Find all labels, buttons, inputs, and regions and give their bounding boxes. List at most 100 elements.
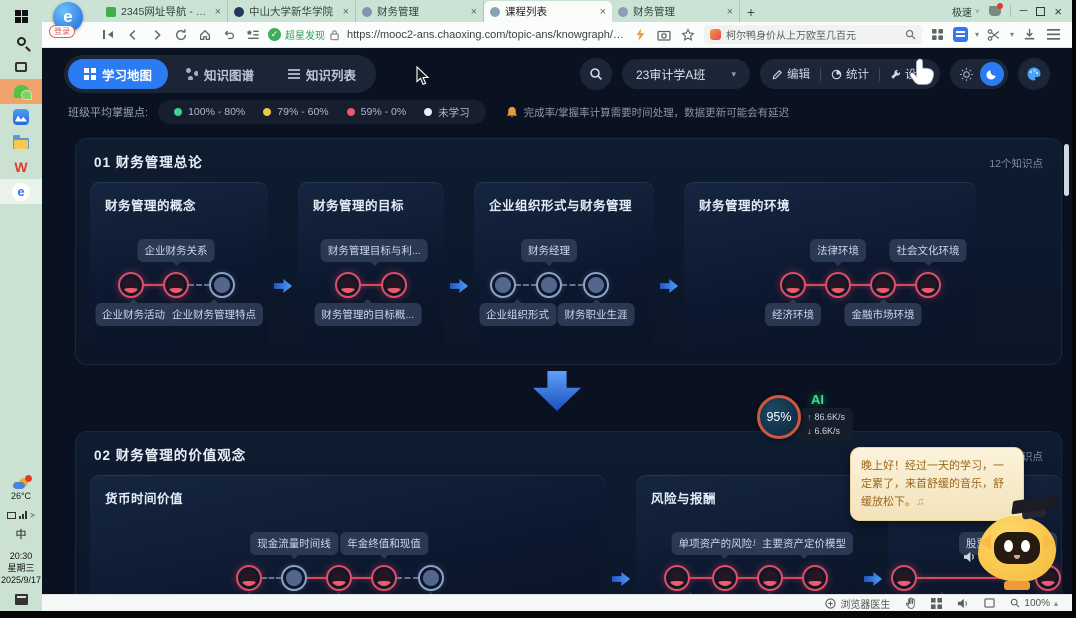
knowledge-node[interactable] [490, 272, 516, 298]
task-view-button[interactable] [0, 54, 42, 79]
dark-mode-button[interactable] [980, 62, 1004, 86]
taskbar-clock[interactable]: 20:30 星期三 2025/9/17 [1, 550, 41, 586]
browser-doctor-button[interactable]: 浏览器医生 [825, 596, 890, 611]
node-label[interactable]: 财务经理 [521, 239, 577, 262]
chevron-down-icon[interactable]: ▾ [975, 30, 979, 39]
knowledge-card[interactable]: 财务管理的概念企业财务活动企业财务关系企业财务管理特点 [90, 182, 268, 350]
weather-widget[interactable]: 26°C [11, 478, 31, 501]
windows-start-button[interactable] [0, 4, 42, 29]
ai-speed-overlay[interactable]: 95% AI ↑86.6K/s ↓6.6K/s [757, 392, 853, 441]
tab-close-icon[interactable]: × [215, 6, 221, 18]
browser-tab[interactable]: 课程列表× [484, 1, 612, 22]
knowledge-node[interactable] [664, 565, 690, 591]
bookmark-star-icon[interactable] [680, 26, 697, 43]
knowledge-node[interactable] [583, 272, 609, 298]
tab-close-icon[interactable]: × [600, 6, 606, 18]
knowledge-node[interactable] [825, 272, 851, 298]
hand-tool-icon[interactable] [905, 597, 916, 609]
speed-mode-selector[interactable]: 极速˅ [952, 4, 980, 19]
node-label[interactable]: 金融市场环境 [845, 303, 922, 326]
window-mode-icon[interactable] [984, 598, 995, 608]
undo-icon[interactable] [220, 26, 237, 43]
knowledge-node[interactable] [281, 565, 307, 591]
browser-logo[interactable]: e 登录 [53, 2, 85, 34]
knowledge-node[interactable] [891, 565, 917, 591]
taskbar-wechat-button[interactable] [0, 79, 42, 104]
node-label[interactable]: 现金流量时间线 [250, 532, 338, 555]
back-icon[interactable] [124, 26, 141, 43]
taskbar-browser-button[interactable]: e [0, 179, 42, 204]
node-label[interactable]: 财务管理目标与利... [321, 239, 428, 262]
show-desktop-button[interactable] [15, 594, 28, 605]
light-mode-button[interactable] [954, 62, 978, 86]
assistant-mascot[interactable] [972, 500, 1064, 594]
knowledge-node[interactable] [802, 565, 828, 591]
knowledge-node[interactable] [163, 272, 189, 298]
knowledge-node[interactable] [381, 272, 407, 298]
knowledge-node[interactable] [118, 272, 144, 298]
taskbar-search-button[interactable] [0, 29, 42, 54]
login-badge[interactable]: 登录 [49, 25, 75, 38]
tab-close-icon[interactable]: × [471, 6, 477, 18]
new-tab-button[interactable]: + [740, 1, 762, 22]
node-label[interactable]: 法律环境 [810, 239, 866, 262]
theme-palette-button[interactable] [1018, 58, 1050, 90]
knowledge-node[interactable] [236, 565, 262, 591]
knowledge-card[interactable]: 风险与报酬风险与报酬的概念单项资产的风险与...证券组合的风险与...主要资产定… [636, 475, 858, 594]
knowledge-node[interactable] [371, 565, 397, 591]
knowledge-node[interactable] [757, 565, 783, 591]
apps-grid-icon[interactable] [929, 26, 946, 43]
nav-tab-knowledge-graph[interactable]: 知识图谱 [170, 59, 270, 89]
minimize-button[interactable]: ─ [1020, 5, 1028, 17]
node-label[interactable]: 财务职业生涯 [558, 303, 635, 326]
edit-button[interactable]: 编辑 [772, 66, 810, 82]
node-label[interactable]: 财务管理的目标概... [314, 303, 421, 326]
ime-indicator[interactable]: 中 [16, 526, 27, 542]
taskbar-blue-app-button[interactable] [0, 104, 42, 129]
browser-tab[interactable]: 财务管理× [356, 1, 484, 22]
knowledge-node[interactable] [326, 565, 352, 591]
knowledge-node[interactable] [780, 272, 806, 298]
refresh-icon[interactable] [172, 26, 189, 43]
knowledge-node[interactable] [870, 272, 896, 298]
knowledge-card[interactable]: 货币时间价值时间价值的概念现金流量时间线复利终值和复利现...年金终值和现值时间… [90, 475, 606, 594]
sidebar-toggle-icon[interactable] [100, 26, 117, 43]
taskbar-explorer-button[interactable] [0, 129, 42, 154]
forward-icon[interactable] [148, 26, 165, 43]
tray-expand-icon[interactable]: > [30, 511, 35, 520]
security-badge[interactable]: ✓ 超星发现 [268, 27, 340, 42]
scissors-icon[interactable] [986, 26, 1003, 43]
tab-close-icon[interactable]: × [343, 6, 349, 18]
knowledge-node[interactable] [418, 565, 444, 591]
search-icon[interactable] [905, 29, 916, 40]
extension-icon[interactable] [953, 27, 968, 42]
restore-button[interactable] [1036, 7, 1045, 16]
nav-tab-learning-map[interactable]: 学习地图 [68, 59, 168, 89]
stats-button[interactable]: 统计 [831, 66, 869, 82]
knowledge-card[interactable]: 企业组织形式与财务管理企业组织形式财务经理财务职业生涯 [474, 182, 654, 350]
hot-search-box[interactable]: 柯尔鸭身价从上万欧至几百元 [704, 25, 922, 44]
close-button[interactable]: × [1054, 4, 1062, 19]
browser-tab[interactable]: 中山大学新华学院× [228, 1, 356, 22]
browser-tab[interactable]: 财务管理× [612, 1, 740, 22]
grid-view-icon[interactable] [931, 598, 942, 609]
zoom-control[interactable]: 100% ▴ [1010, 598, 1058, 609]
home-icon[interactable] [196, 26, 213, 43]
favorites-icon[interactable] [244, 26, 261, 43]
knowledge-node[interactable] [536, 272, 562, 298]
page-scrollbar[interactable] [1064, 144, 1069, 196]
browser-tab[interactable]: 2345网址导航 - 致力于打造百年× [100, 1, 228, 22]
menu-icon[interactable] [1045, 26, 1062, 43]
nav-tab-knowledge-list[interactable]: 知识列表 [272, 59, 372, 89]
node-label[interactable]: 企业财务活动 [95, 303, 172, 326]
system-tray[interactable]: > [7, 511, 35, 520]
knowledge-card[interactable]: 财务管理的目标财务管理的目标概...财务管理目标与利... [298, 182, 444, 350]
cleaner-icon[interactable] [989, 6, 1001, 16]
knowledge-card[interactable]: 财务管理的环境经济环境法律环境金融市场环境社会文化环境 [684, 182, 976, 350]
node-label[interactable]: 年金终值和现值 [340, 532, 428, 555]
chevron-down-icon[interactable]: ▾ [1010, 30, 1014, 39]
lightning-icon[interactable] [632, 26, 649, 43]
node-label[interactable]: 企业组织形式 [479, 303, 556, 326]
node-label[interactable]: 主要资产定价模型 [755, 532, 853, 555]
knowledge-node[interactable] [712, 565, 738, 591]
